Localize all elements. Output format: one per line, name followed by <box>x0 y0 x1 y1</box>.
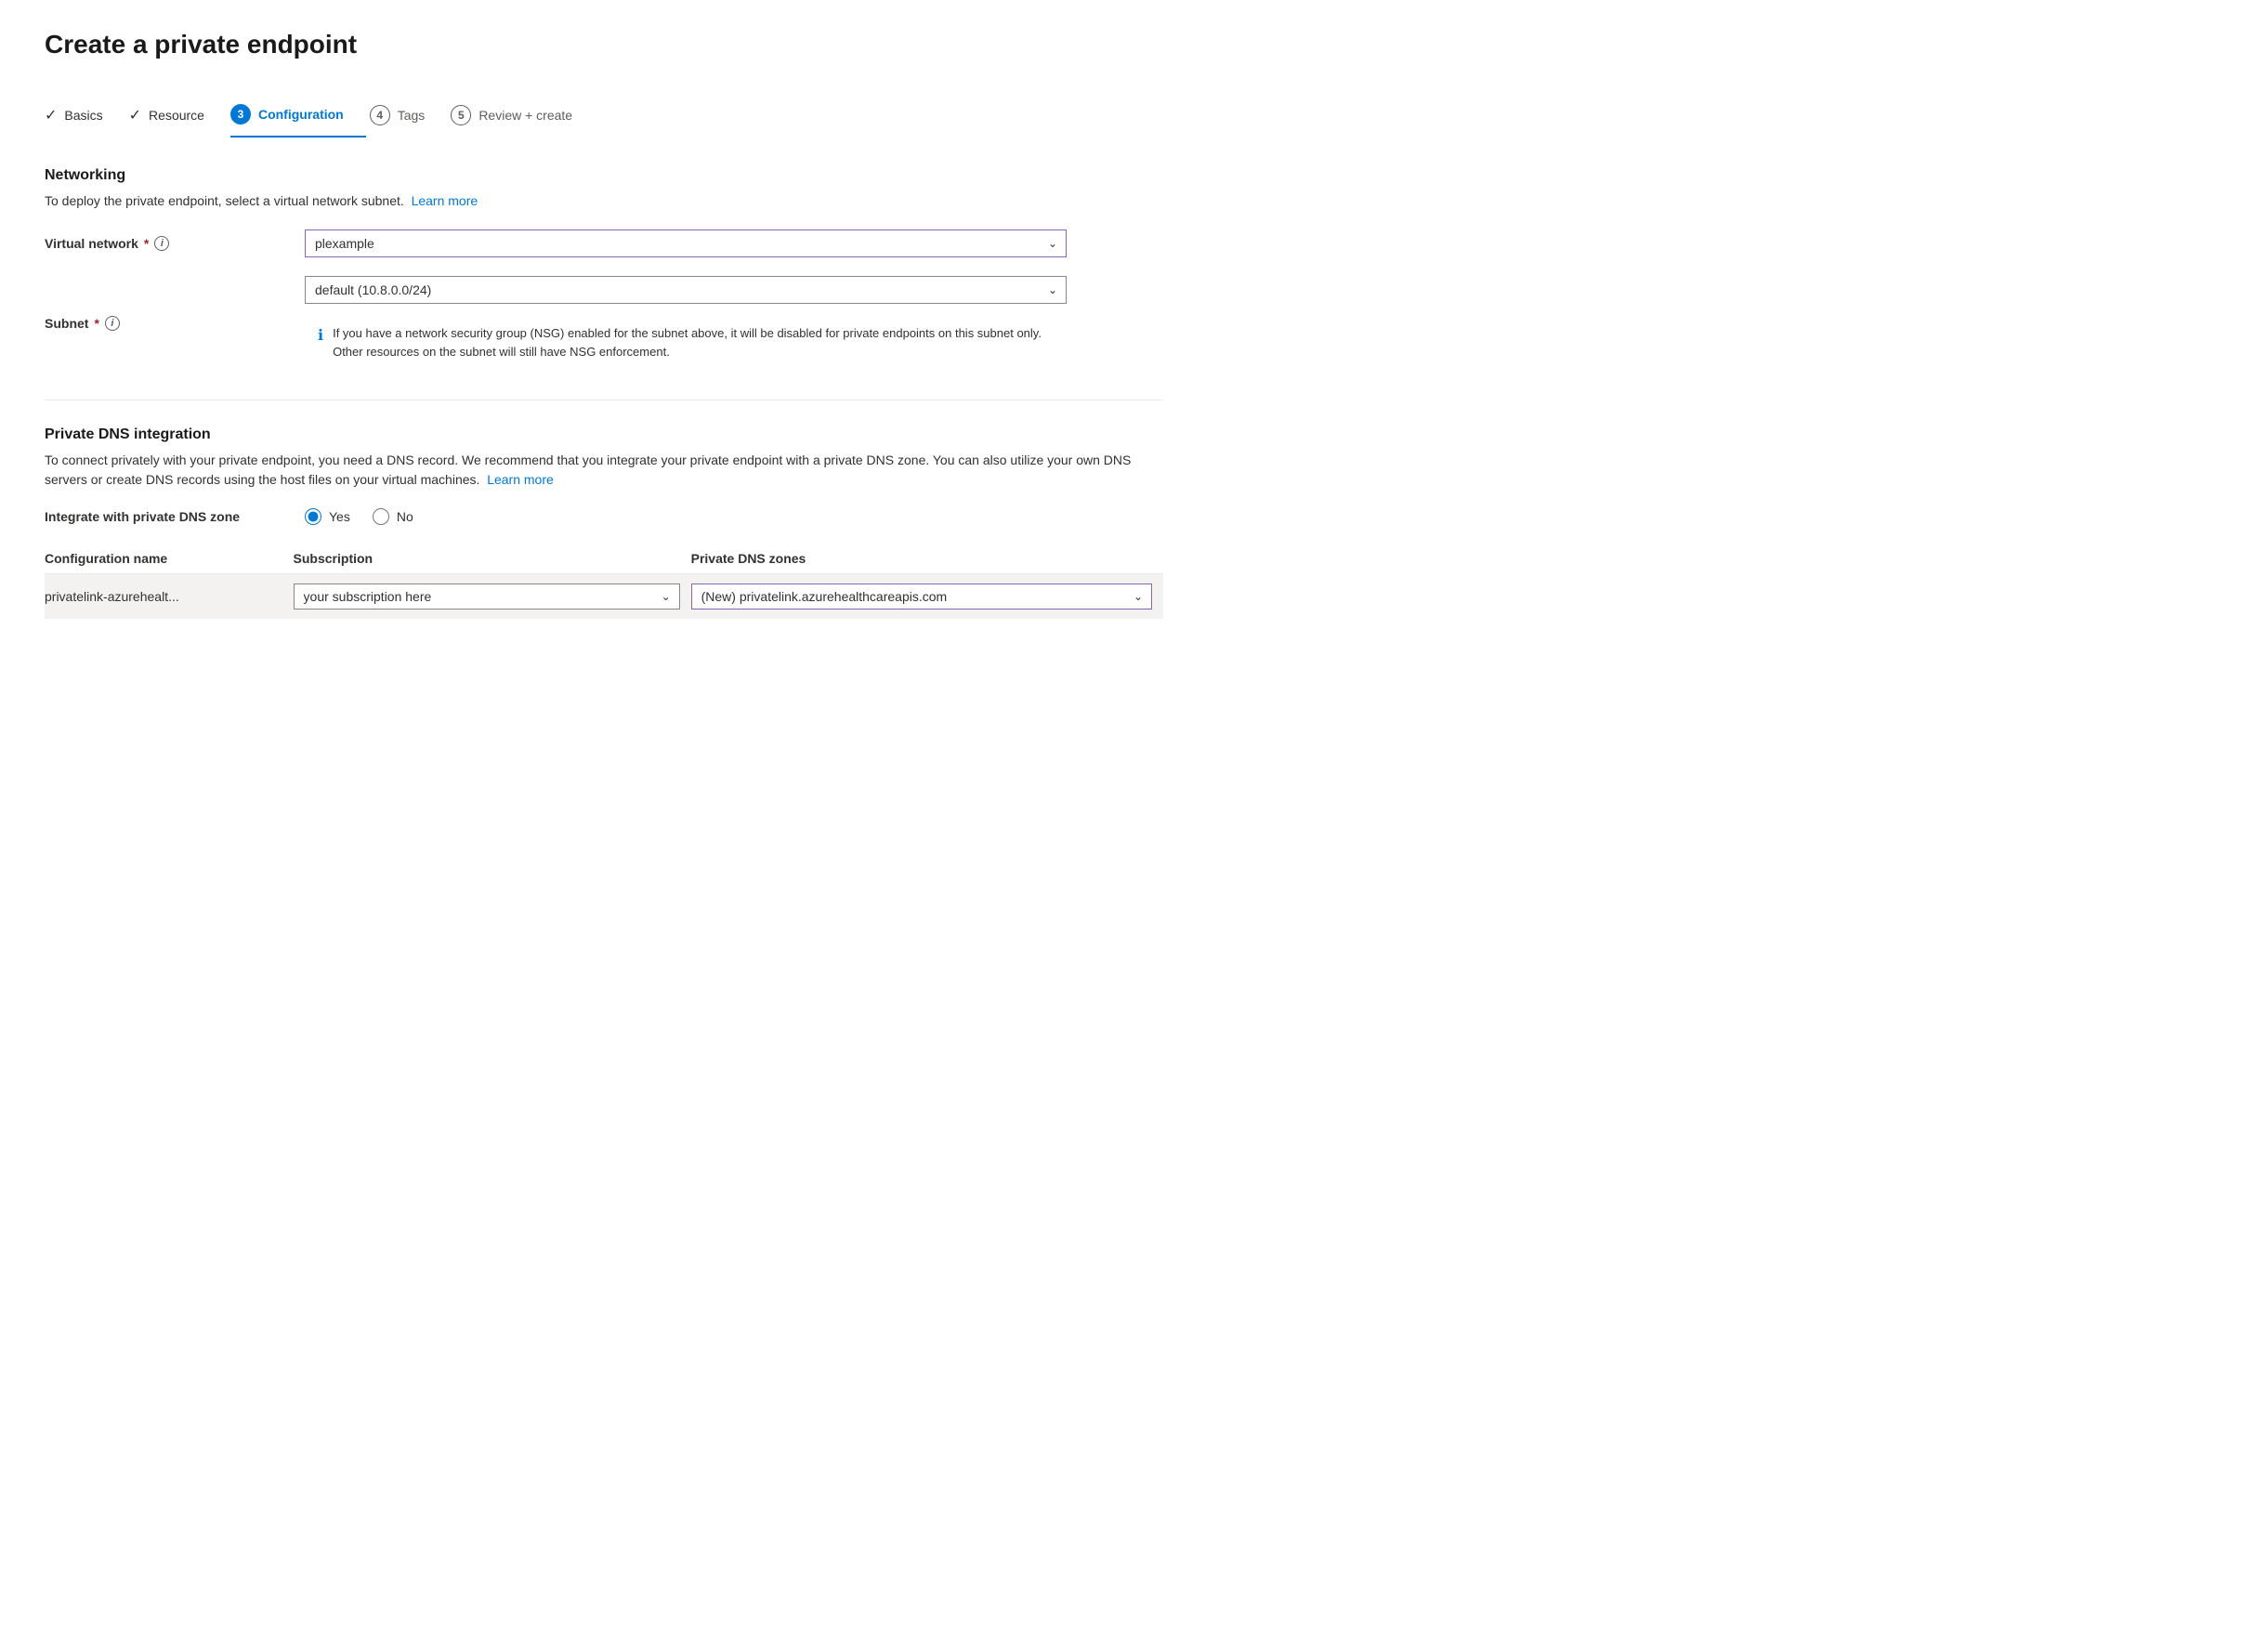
networking-description: To deploy the private endpoint, select a… <box>45 191 1163 211</box>
dns-radio-yes-text: Yes <box>329 509 350 524</box>
tab-resource-label: Resource <box>149 108 204 123</box>
dns-radio-no-text: No <box>397 509 413 524</box>
tab-tags[interactable]: 4 Tags <box>370 98 448 137</box>
nsg-info-circle-icon: ℹ <box>318 325 323 361</box>
tab-tags-number: 4 <box>370 105 390 125</box>
subnet-info-icon[interactable]: i <box>105 316 120 331</box>
dns-col-config: Configuration name <box>45 544 294 574</box>
subnet-label: Subnet * i <box>45 316 305 331</box>
dns-col-subscription: Subscription <box>294 544 691 574</box>
tab-basics[interactable]: ✓ Basics <box>45 98 125 136</box>
tab-basics-label: Basics <box>64 108 102 123</box>
dns-title: Private DNS integration <box>45 426 1163 443</box>
subnet-control: default (10.8.0.0/24) ⌄ ℹ If you have a … <box>305 276 1067 370</box>
dns-radio-group: Yes No <box>305 508 413 525</box>
subnet-required: * <box>94 316 98 331</box>
dns-config-name: privatelink-azurehealt... <box>45 574 294 620</box>
networking-learn-more-link[interactable]: Learn more <box>412 193 478 208</box>
dns-subscription-select[interactable]: your subscription here <box>294 583 680 610</box>
dns-zone-select[interactable]: (New) privatelink.azurehealthcareapis.co… <box>691 583 1152 610</box>
tab-configuration[interactable]: 3 Configuration <box>230 97 366 138</box>
dns-col-dns-zones: Private DNS zones <box>691 544 1163 574</box>
dns-radio-no-label[interactable]: No <box>373 508 413 525</box>
nsg-info-text: If you have a network security group (NS… <box>333 324 1054 361</box>
networking-section: Networking To deploy the private endpoin… <box>45 167 1163 370</box>
virtual-network-select[interactable]: plexample <box>305 229 1067 257</box>
subnet-row: Subnet * i default (10.8.0.0/24) ⌄ ℹ If … <box>45 276 1163 370</box>
page-title: Create a private endpoint <box>45 30 1163 59</box>
networking-title: Networking <box>45 167 1163 184</box>
virtual-network-row: Virtual network * i plexample ⌄ <box>45 229 1163 257</box>
dns-table: Configuration name Subscription Private … <box>45 544 1163 619</box>
virtual-network-label: Virtual network * i <box>45 236 305 251</box>
dns-zone-select-wrapper: (New) privatelink.azurehealthcareapis.co… <box>691 583 1152 610</box>
subnet-select[interactable]: default (10.8.0.0/24) <box>305 276 1067 304</box>
table-row: privatelink-azurehealt... your subscript… <box>45 574 1163 620</box>
tab-resource[interactable]: ✓ Resource <box>129 98 227 136</box>
dns-radio-no[interactable] <box>373 508 389 525</box>
dns-table-header-row: Configuration name Subscription Private … <box>45 544 1163 574</box>
tab-review-label: Review + create <box>478 108 572 123</box>
dns-section: Private DNS integration To connect priva… <box>45 426 1163 619</box>
tab-tags-label: Tags <box>398 108 426 123</box>
dns-subscription-select-wrapper: your subscription here ⌄ <box>294 583 680 610</box>
dns-subscription-cell: your subscription here ⌄ <box>294 574 691 620</box>
virtual-network-control: plexample ⌄ <box>305 229 1067 257</box>
virtual-network-select-wrapper: plexample ⌄ <box>305 229 1067 257</box>
subnet-select-wrapper: default (10.8.0.0/24) ⌄ <box>305 276 1067 304</box>
dns-learn-more-link[interactable]: Learn more <box>487 472 554 487</box>
nsg-info-box: ℹ If you have a network security group (… <box>305 315 1067 370</box>
tab-basics-check-icon: ✓ <box>45 106 57 125</box>
dns-zones-cell: (New) privatelink.azurehealthcareapis.co… <box>691 574 1163 620</box>
wizard-tabs: ✓ Basics ✓ Resource 3 Configuration 4 Ta… <box>45 97 1163 138</box>
virtual-network-info-icon[interactable]: i <box>154 236 169 251</box>
tab-configuration-number: 3 <box>230 104 251 125</box>
virtual-network-required: * <box>144 236 149 251</box>
tab-review-number: 5 <box>451 105 471 125</box>
dns-integrate-label: Integrate with private DNS zone <box>45 509 305 524</box>
dns-integrate-row: Integrate with private DNS zone Yes No <box>45 508 1163 525</box>
dns-description: To connect privately with your private e… <box>45 451 1163 490</box>
tab-review-create[interactable]: 5 Review + create <box>451 98 595 137</box>
dns-radio-yes-label[interactable]: Yes <box>305 508 350 525</box>
tab-configuration-label: Configuration <box>258 107 344 122</box>
tab-resource-check-icon: ✓ <box>129 106 141 125</box>
dns-radio-yes[interactable] <box>305 508 321 525</box>
